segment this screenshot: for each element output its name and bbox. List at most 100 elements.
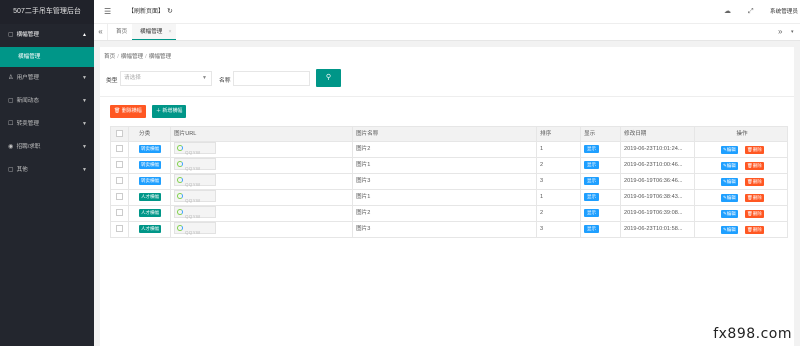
chevron-down-icon: ▼ [82,98,87,104]
tab-next-icon[interactable]: » [778,24,782,40]
breadcrumb-separator: / [145,54,147,60]
delete-button[interactable]: 🗑删除 [745,210,764,218]
type-select[interactable]: 请选择 ▼ [120,71,212,86]
batch-delete-button[interactable]: 🗑 删除横幅 [110,105,146,118]
edit-button[interactable]: ✎编辑 [721,162,738,170]
row-select-cell [111,190,129,205]
thumbnail-text: QQYW [185,150,201,156]
row-checkbox[interactable] [116,193,123,201]
image-cell: QQYW [171,190,353,205]
banner-thumbnail[interactable]: QQYW [174,174,216,188]
delete-button[interactable]: 🗑删除 [745,178,764,186]
column-header[interactable]: 排序 [537,127,581,141]
row-checkbox[interactable] [116,209,123,217]
delete-button[interactable]: 🗑删除 [745,162,764,170]
tab-home[interactable]: 首页 [116,24,127,40]
order-cell: 3 [537,174,581,189]
breadcrumb-item[interactable]: 横幅管理 [121,54,143,60]
column-header[interactable]: 图片URL [171,127,353,141]
category-cell: 转卖横幅 [129,142,171,157]
batch-delete-label: 删除横幅 [121,108,142,114]
delete-button[interactable]: 🗑删除 [745,194,764,202]
delete-label: 删除 [752,211,762,216]
banner-thumbnail[interactable]: QQYW [174,142,216,156]
select-all-checkbox[interactable] [116,130,123,138]
banner-thumbnail[interactable]: QQYW [174,222,216,235]
tab-banner[interactable]: 横幅管理 × [132,24,176,40]
column-header[interactable]: 图片名称 [353,127,537,141]
column-header[interactable]: 分类 [129,127,171,141]
sidebar-item-resale[interactable]: ☐ 转卖管理 ▼ [0,113,94,136]
close-icon[interactable]: × [168,29,171,35]
edit-button[interactable]: ✎编辑 [721,226,738,234]
image-cell: QQYW [171,174,353,189]
chevron-down-icon[interactable]: ▾ [791,24,794,40]
add-banner-button[interactable]: ＋ 新增横幅 [152,105,187,118]
chat-icon: ☐ [8,121,14,127]
menu-toggle-icon[interactable]: ☰ [104,0,111,24]
sidebar-item-label: 其他 [16,167,28,173]
fullscreen-icon[interactable]: ⤢ [748,0,754,24]
actions-cell: ✎编辑 🗑删除 [695,190,789,205]
image-cell: QQYW [171,142,353,157]
edit-button[interactable]: ✎编辑 [721,146,738,154]
delete-label: 删除 [752,179,762,184]
breadcrumb-home[interactable]: 首页 [104,54,115,60]
search-button[interactable]: ⚲ [316,69,341,87]
breadcrumb: 首页 / 横幅管理 / 横幅管理 [104,52,171,60]
row-checkbox[interactable] [116,177,123,185]
row-checkbox[interactable] [116,161,123,169]
sidebar-item-news[interactable]: ▢ 新闻动态 ▼ [0,90,94,113]
delete-button[interactable]: 🗑删除 [745,226,764,234]
column-header[interactable]: 修改日期 [621,127,695,141]
table-body: 转卖横幅 QQYW 图片2 1 显示 2019-06-23T10:01:24... ✎编辑 🗑… [110,142,788,238]
breadcrumb-separator: / [117,54,119,60]
edit-button[interactable]: ✎编辑 [721,178,738,186]
row-select-cell [111,158,129,173]
show-badge: 显示 [584,144,599,153]
theme-icon[interactable]: ☁ [724,0,731,24]
delete-button[interactable]: 🗑删除 [745,146,764,154]
row-checkbox[interactable] [116,145,123,153]
name-cell: 图片3 [353,174,537,189]
sidebar-item-other[interactable]: ▢ 其他 ▼ [0,159,94,182]
date-cell: 2019-06-19T06:39:08... [621,206,695,221]
actions-cell: ✎编辑 🗑删除 [695,142,789,157]
name-cell: 图片2 [353,142,537,157]
edit-button[interactable]: ✎编辑 [721,210,738,218]
name-cell: 图片3 [353,222,537,237]
sidebar-item-jobs[interactable]: ◉ 招聘/求职 ▼ [0,136,94,159]
row-select-cell [111,174,129,189]
thumbnail-text: QQYW [185,214,201,220]
category-badge: 转卖横幅 [139,144,161,153]
category-cell: 转卖横幅 [129,158,171,173]
banner-thumbnail[interactable]: QQYW [174,206,216,220]
tab-prev-icon[interactable]: « [94,24,108,40]
logo-icon [177,161,183,168]
row-checkbox[interactable] [116,225,123,233]
thumbnail-text: QQYW [185,182,201,188]
delete-label: 删除 [752,227,762,232]
column-header[interactable]: 显示 [581,127,621,141]
refresh-button[interactable]: 【刷新页面】 ↻ [128,0,173,24]
document-icon: ▢ [8,167,14,173]
category-cell: 人才横幅 [129,206,171,221]
sidebar-item-banner[interactable]: ▢ 横幅管理 ▲ [0,24,94,47]
sidebar-item-label: 招聘/求职 [16,144,41,150]
actions-cell: ✎编辑 🗑删除 [695,174,789,189]
category-badge: 转卖横幅 [139,160,161,169]
banner-thumbnail[interactable]: QQYW [174,158,216,171]
table-row: 人才横幅 QQYW 图片1 1 显示 2019-06-19T06:38:43... ✎编辑 🗑… [110,190,788,206]
sidebar-subitem-banner[interactable]: 横幅管理 [0,47,94,67]
sidebar-item-users[interactable]: ♙ 用户管理 ▼ [0,67,94,90]
tab-bar: « 首页 横幅管理 × » ▾ [94,24,800,41]
name-input[interactable] [233,71,310,86]
thumbnail-text: QQYW [185,198,201,204]
admin-menu[interactable]: 系统管理员 [770,0,800,24]
document-icon: ▢ [8,32,14,38]
date-cell: 2019-06-19T06:38:43... [621,190,695,205]
edit-button[interactable]: ✎编辑 [721,194,738,202]
sidebar-item-label: 新闻动态 [16,98,39,104]
order-cell: 2 [537,158,581,173]
banner-thumbnail[interactable]: QQYW [174,190,216,204]
